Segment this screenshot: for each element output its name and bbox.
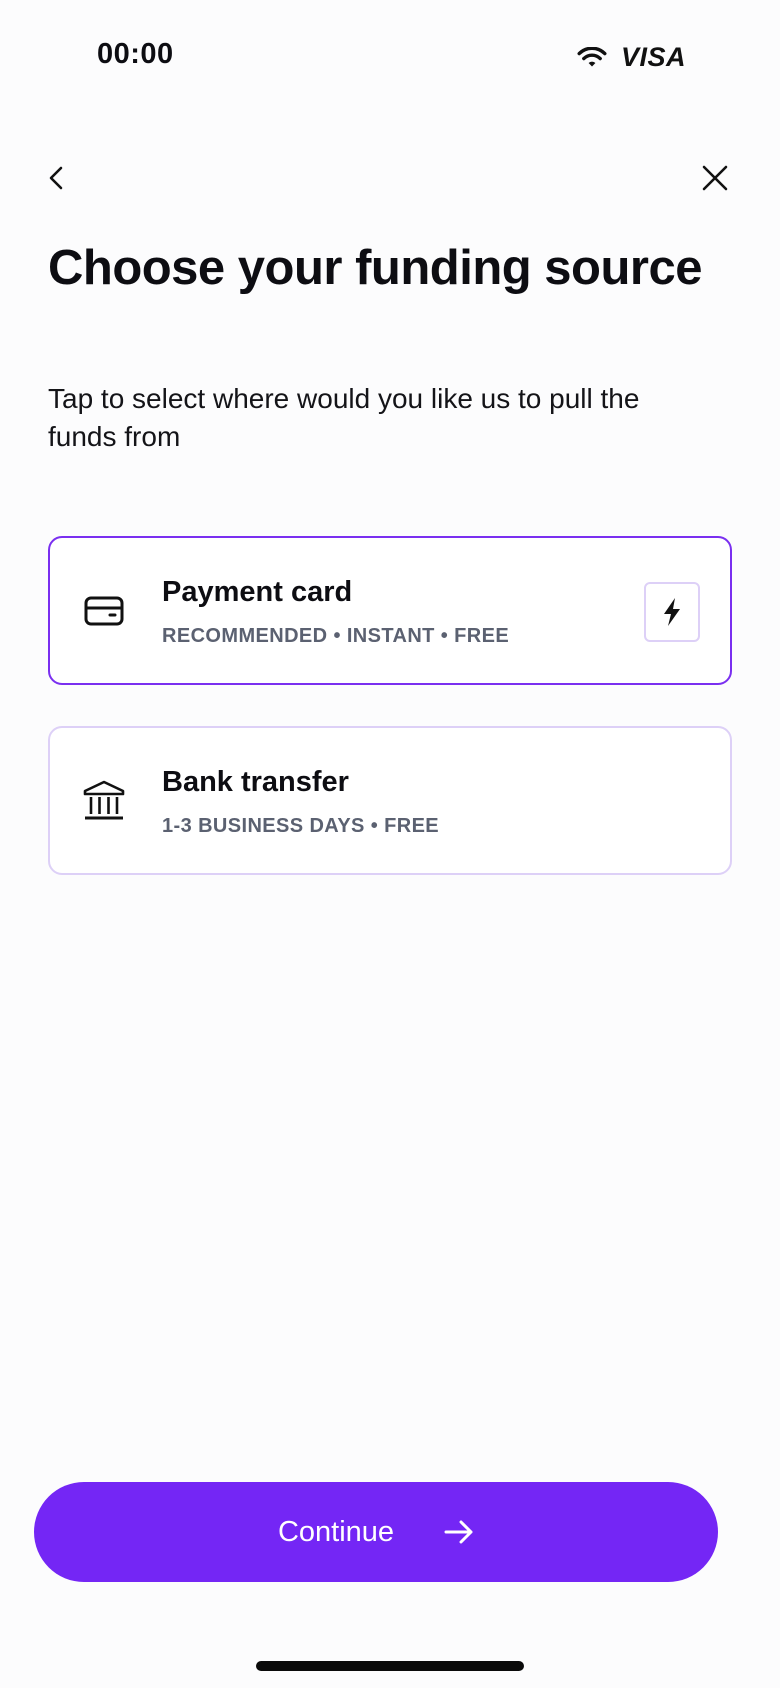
option-text: Payment card RECOMMENDED • INSTANT • FRE…: [162, 576, 509, 648]
continue-button[interactable]: Continue: [34, 1482, 718, 1582]
option-meta: RECOMMENDED • INSTANT • FREE: [162, 625, 510, 647]
option-title: Bank transfer: [162, 766, 349, 798]
lightning-icon: [664, 598, 680, 626]
close-button[interactable]: [700, 163, 730, 193]
close-icon: [702, 165, 728, 191]
chevron-left-icon: [49, 166, 63, 190]
home-indicator: [256, 1661, 524, 1671]
option-bank-transfer[interactable]: Bank transfer 1-3 BUSINESS DAYS • FREE: [48, 726, 732, 875]
option-text: Bank transfer 1-3 BUSINESS DAYS • FREE: [162, 766, 439, 838]
option-payment-card[interactable]: Payment card RECOMMENDED • INSTANT • FRE…: [48, 536, 732, 685]
credit-card-icon: [82, 589, 126, 633]
visa-logo: VISA: [620, 42, 686, 72]
option-title: Payment card: [162, 576, 353, 608]
continue-label: Continue: [277, 1515, 395, 1548]
funding-source-screen: 00:00 VISA Choose your funding source Ta…: [0, 0, 780, 1688]
bank-icon: [82, 779, 126, 823]
wifi-icon: [577, 46, 607, 69]
arrow-right-icon: [444, 1520, 473, 1544]
status-time: 00:00: [97, 38, 174, 70]
option-meta: 1-3 BUSINESS DAYS • FREE: [162, 815, 440, 837]
page-title: Choose your funding source: [48, 241, 702, 295]
page-subtitle: Tap to select where would you like us to…: [48, 383, 640, 452]
status-right: VISA: [577, 42, 686, 73]
back-button[interactable]: [42, 160, 72, 196]
instant-badge: [644, 582, 700, 642]
